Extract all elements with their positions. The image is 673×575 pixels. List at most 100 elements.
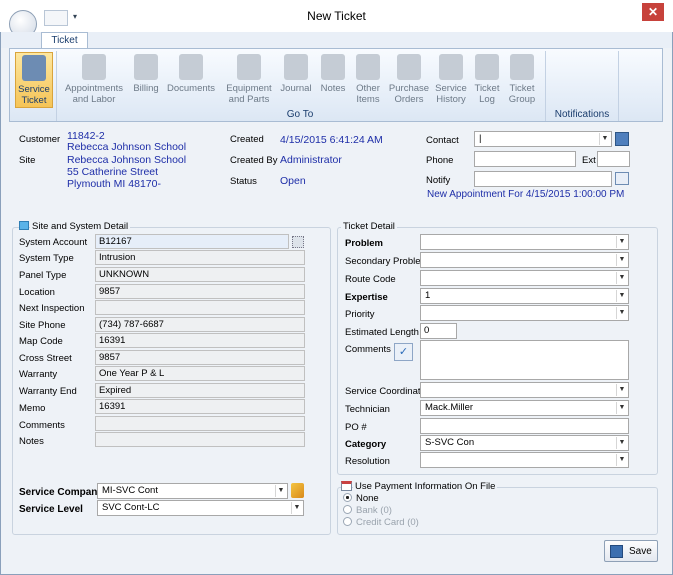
notes-button[interactable]: Notes <box>318 52 348 108</box>
credit-card-icon <box>341 481 352 491</box>
lookup-icon[interactable] <box>292 236 304 248</box>
category-label: Category <box>345 439 387 450</box>
service-company-label: Service Company <box>19 487 103 498</box>
chevron-down-icon[interactable]: ▼ <box>616 384 627 396</box>
category-dropdown[interactable]: S-SVC Con ▼ <box>420 435 629 451</box>
appointments-and-labor-button[interactable]: Appointments and Labor <box>60 52 128 108</box>
site-address-line2: Plymouth MI 48170- <box>67 178 161 190</box>
payment-credit-card-radio[interactable] <box>343 517 352 526</box>
chevron-down-icon[interactable]: ▼ <box>616 402 627 414</box>
goto-group-label: Go To <box>286 109 314 120</box>
problem-dropdown[interactable]: ▼ <box>420 234 629 250</box>
journal-icon <box>284 54 308 80</box>
expertise-dropdown[interactable]: 1 ▼ <box>420 288 629 304</box>
payment-bank-radio[interactable] <box>343 505 352 514</box>
site-address-line1: 55 Catherine Street <box>67 166 159 178</box>
service-coordinator-dropdown[interactable]: ▼ <box>420 382 629 398</box>
site-label: Site <box>19 155 36 166</box>
estimated-length-input[interactable]: 0 <box>420 323 457 339</box>
chevron-down-icon[interactable]: ▼ <box>616 272 627 284</box>
po-input[interactable] <box>420 418 629 434</box>
site-detail-title: Site and System Detail <box>30 221 131 232</box>
secondary-problem-dropdown[interactable]: ▼ <box>420 252 629 268</box>
panel-type-value: UNKNOWN <box>95 267 305 282</box>
close-button[interactable]: ✕ <box>642 3 664 21</box>
contact-label: Contact <box>426 135 459 146</box>
system-account-value: B12167 <box>95 234 289 249</box>
secondary-problem-label: Secondary Problem <box>345 256 429 267</box>
detail-label: System Account <box>19 237 88 248</box>
detail-label: Panel Type <box>19 270 67 281</box>
phone-input[interactable] <box>474 151 576 167</box>
comments-label: Comments <box>345 344 391 355</box>
payment-none-radio[interactable] <box>343 493 352 502</box>
detail-label: Map Code <box>19 336 63 347</box>
ribbon-tab-strip <box>1 32 672 48</box>
technician-label: Technician <box>345 404 390 415</box>
ticket-log-button[interactable]: Ticket Log <box>472 52 502 108</box>
billing-button[interactable]: Billing <box>130 52 162 108</box>
history-icon <box>439 54 463 80</box>
chevron-down-icon[interactable]: ▼ <box>599 133 610 145</box>
email-icon[interactable] <box>615 172 629 185</box>
route-code-dropdown[interactable]: ▼ <box>420 270 629 286</box>
detail-label: Next Inspection <box>19 303 85 314</box>
detail-label: Warranty <box>19 369 58 380</box>
created-value: 4/15/2015 6:41:24 AM <box>280 134 383 146</box>
service-coordinator-label: Service Coordinator <box>345 386 429 397</box>
location-value: 9857 <box>95 284 305 299</box>
spell-check-icon[interactable]: ✓ <box>394 343 413 361</box>
chevron-down-icon[interactable]: ▼ <box>616 307 627 319</box>
next-inspection-value <box>95 300 305 315</box>
resolution-dropdown[interactable]: ▼ <box>420 452 629 468</box>
chevron-down-icon[interactable]: ▼ <box>291 502 302 514</box>
detail-label: Notes <box>19 436 44 447</box>
equipment-and-parts-button[interactable]: Equipment and Parts <box>224 52 274 108</box>
phone-label: Phone <box>426 155 454 166</box>
site-detail-icon <box>19 221 29 230</box>
log-icon <box>475 54 499 80</box>
journal-button[interactable]: Journal <box>278 52 314 108</box>
equipment-icon <box>237 54 261 80</box>
comments-textarea[interactable] <box>420 340 629 380</box>
technician-dropdown[interactable]: Mack.Miller ▼ <box>420 400 629 416</box>
wrench-icon <box>22 55 46 81</box>
ext-input[interactable] <box>597 151 630 167</box>
service-company-dropdown[interactable]: MI-SVC Cont ▼ <box>97 483 288 499</box>
customer-name-link[interactable]: Rebecca Johnson School <box>67 141 186 153</box>
detail-label: System Type <box>19 253 74 264</box>
service-level-dropdown[interactable]: SVC Cont-LC ▼ <box>97 500 304 516</box>
other-items-button[interactable]: Other Items <box>352 52 384 108</box>
ribbon-separator <box>56 51 57 121</box>
chevron-down-icon[interactable]: ▼ <box>616 290 627 302</box>
customer-label: Customer <box>19 134 61 145</box>
site-name-link[interactable]: Rebecca Johnson School <box>67 154 186 166</box>
status-label: Status <box>230 176 257 187</box>
detail-label: Memo <box>19 403 46 414</box>
service-ticket-button[interactable]: Service Ticket <box>15 52 53 108</box>
save-button[interactable]: Save <box>604 540 658 562</box>
pencil-icon[interactable] <box>291 483 304 498</box>
comments-value <box>95 416 305 431</box>
tag-icon <box>356 54 380 80</box>
chevron-down-icon[interactable]: ▼ <box>616 254 627 266</box>
ticket-group-button[interactable]: Ticket Group <box>506 52 538 108</box>
chevron-down-icon[interactable]: ▼ <box>616 236 627 248</box>
detail-label: Site Phone <box>19 320 66 331</box>
service-history-button[interactable]: Service History <box>434 52 468 108</box>
contact-card-icon[interactable] <box>615 132 629 146</box>
contact-dropdown[interactable]: | ▼ <box>474 131 612 147</box>
chevron-down-icon[interactable]: ▼ <box>616 454 627 466</box>
tab-ticket[interactable]: Ticket <box>41 32 88 49</box>
payment-none-label: None <box>356 493 379 504</box>
chevron-down-icon[interactable]: ▼ <box>275 485 286 497</box>
note-icon <box>321 54 345 80</box>
purchase-orders-button[interactable]: Purchase Orders <box>388 52 430 108</box>
notify-input[interactable] <box>474 171 612 187</box>
priority-dropdown[interactable]: ▼ <box>420 305 629 321</box>
new-appointment-link[interactable]: New Appointment For 4/15/2015 1:00:00 PM <box>427 189 624 200</box>
chevron-down-icon[interactable]: ▼ <box>616 437 627 449</box>
resolution-label: Resolution <box>345 456 390 467</box>
documents-button[interactable]: Documents <box>167 52 215 108</box>
status-value: Open <box>280 175 306 187</box>
